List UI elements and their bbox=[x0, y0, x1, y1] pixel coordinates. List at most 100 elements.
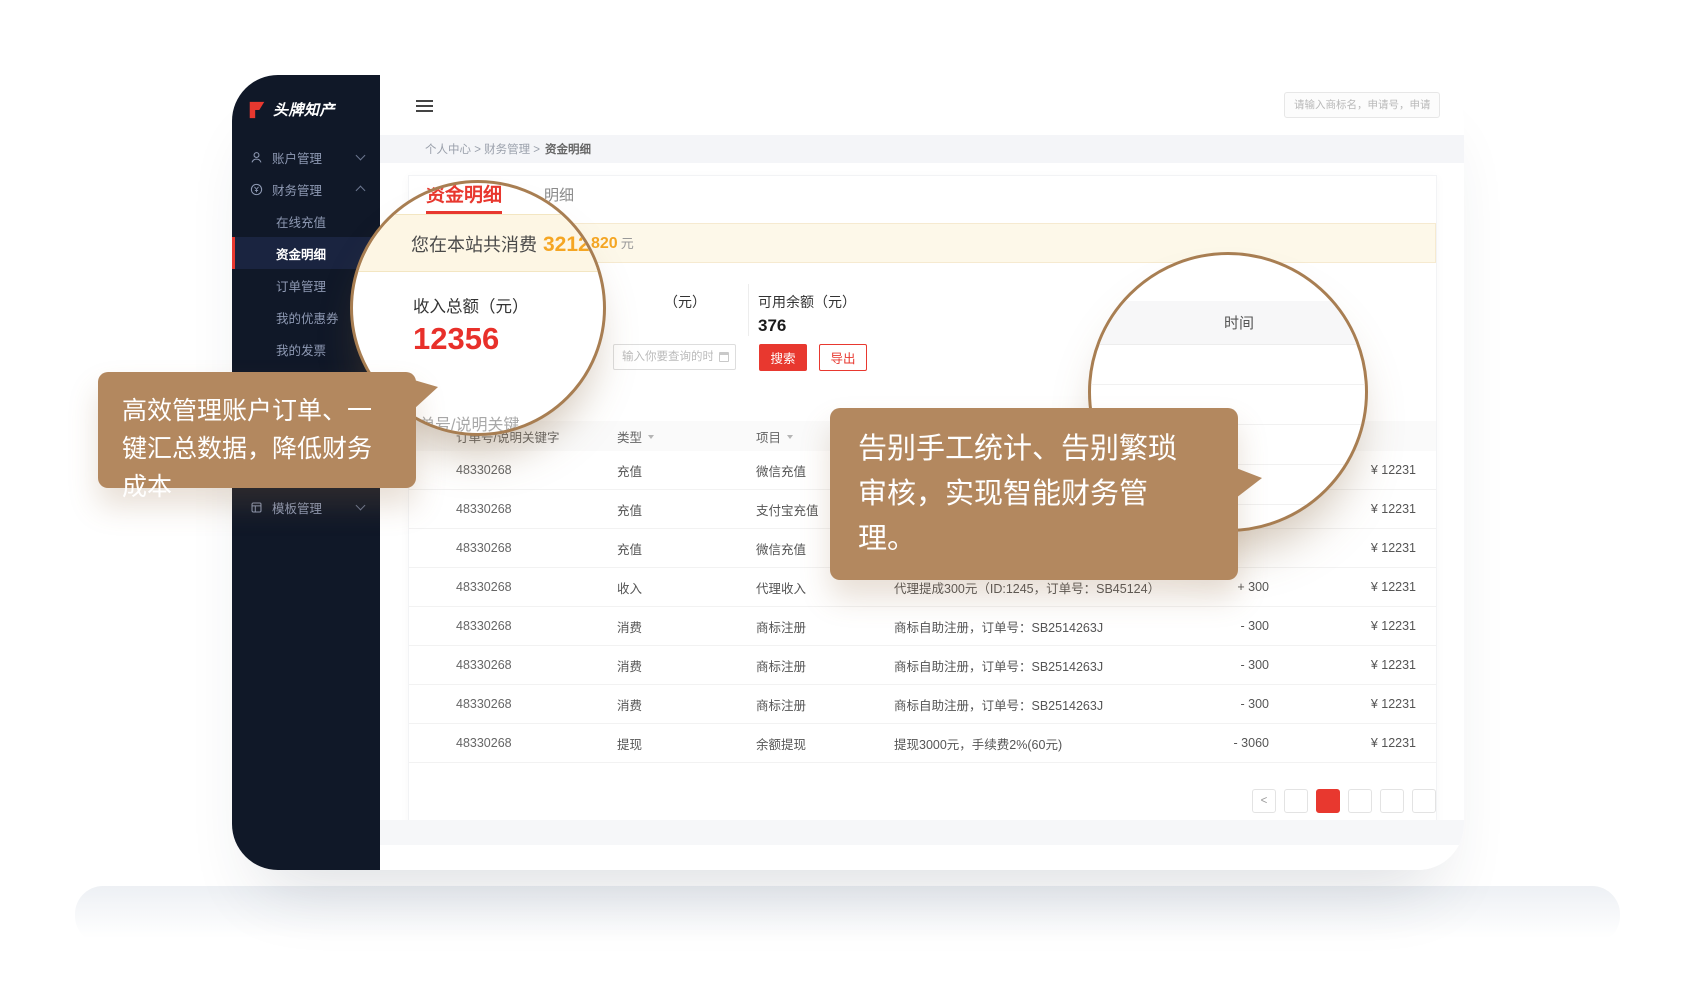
breadcrumb: 个人中心 > 财务管理 > 资金明细 bbox=[380, 135, 1464, 163]
cell-time: 2000-7-27 11:58:03 bbox=[1416, 697, 1436, 711]
brand-logo-text: 头牌知产 bbox=[273, 99, 335, 120]
cell-amount: - 3060 bbox=[1174, 736, 1269, 750]
cell-amount: - 300 bbox=[1174, 697, 1269, 711]
cell-order: 48330268 bbox=[456, 697, 617, 711]
tooltip-left: 高效管理账户订单、一键汇总数据，降低财务成本 bbox=[98, 372, 416, 488]
cell-time: 2000-7-27 11:58:03 bbox=[1416, 619, 1436, 633]
sidebar-item[interactable]: 财务管理 bbox=[232, 173, 380, 205]
cell-order: 48330268 bbox=[456, 580, 617, 594]
sidebar-item[interactable]: 账户管理 bbox=[232, 141, 380, 173]
cell-amount: + 300 bbox=[1174, 580, 1269, 594]
chevron-icon bbox=[356, 186, 366, 196]
sort-caret-icon bbox=[787, 435, 793, 442]
cell-type: 充值 bbox=[617, 500, 756, 519]
cell-time: 2000-7-27 11:58:03 bbox=[1416, 580, 1436, 594]
cell-time: 2000-7-27 11:58:03 bbox=[1416, 502, 1436, 516]
cell-desc: 商标自助注册，订单号：SB2514263J bbox=[894, 617, 1174, 636]
cell-order: 48330268 bbox=[456, 736, 617, 750]
cell-time: 2000-7-27 11:58:03 bbox=[1416, 541, 1436, 555]
cell-order: 48330268 bbox=[456, 463, 617, 477]
finance-icon bbox=[250, 183, 263, 196]
pagination: < bbox=[1252, 789, 1436, 813]
pagination-page-button[interactable] bbox=[1348, 789, 1372, 813]
cell-type: 消费 bbox=[617, 617, 756, 636]
cell-project: 商标注册 bbox=[756, 695, 894, 714]
sidebar-item-label: 我的优惠券 bbox=[276, 308, 339, 327]
sidebar-item-label: 订单管理 bbox=[276, 276, 326, 295]
cell-type: 提现 bbox=[617, 734, 756, 753]
cell-balance: ¥ 12231 bbox=[1269, 580, 1416, 594]
pagination-prev-button[interactable]: < bbox=[1252, 789, 1276, 813]
sidebar-item-label: 财务管理 bbox=[272, 180, 322, 199]
breadcrumb-path[interactable]: 个人中心 > 财务管理 > bbox=[425, 141, 540, 157]
magnified-income-label: 收入总额（元） bbox=[413, 293, 529, 317]
brand-logo-icon bbox=[247, 100, 267, 120]
cell-balance: ¥ 12231 bbox=[1269, 541, 1416, 555]
cell-desc: 代理提成300元（ID:1245，订单号：SB45124） bbox=[894, 578, 1174, 597]
magnified-income-value: 12356 bbox=[413, 321, 499, 357]
template-icon bbox=[250, 501, 263, 514]
sort-caret-icon bbox=[648, 435, 654, 442]
magnified-time-row bbox=[1091, 345, 1365, 385]
cell-type: 充值 bbox=[617, 461, 756, 480]
col-type-header[interactable]: 类型 bbox=[617, 427, 756, 446]
top-nav bbox=[440, 75, 792, 135]
pagination-page-button[interactable] bbox=[1412, 789, 1436, 813]
magnified-tab-label: 资金明细 bbox=[426, 180, 502, 214]
tooltip-right: 告别手工统计、告别繁琐审核，实现智能财务管理。 bbox=[830, 408, 1238, 580]
cell-balance: ¥ 12231 bbox=[1269, 658, 1416, 672]
cell-balance: ¥ 12231 bbox=[1269, 736, 1416, 750]
pagination-page-button[interactable] bbox=[1380, 789, 1404, 813]
sidebar-item-label: 账户管理 bbox=[272, 148, 322, 167]
sidebar-item-label: 资金明细 bbox=[276, 244, 326, 263]
brand-logo[interactable]: 头牌知产 bbox=[247, 99, 335, 120]
top-navbar bbox=[380, 75, 1464, 135]
cell-project: 商标注册 bbox=[756, 617, 894, 636]
breadcrumb-current: 资金明细 bbox=[545, 141, 591, 157]
magnified-banner-text: 您在本站共消费32124 bbox=[411, 231, 601, 257]
trademark-search-input[interactable] bbox=[1284, 92, 1440, 118]
cell-project: 余额提现 bbox=[756, 734, 894, 753]
cell-order: 48330268 bbox=[456, 541, 617, 555]
table-row: 48330268 提现 余额提现 提现3000元，手续费2%(60元) - 30… bbox=[409, 724, 1436, 763]
cell-project: 代理收入 bbox=[756, 578, 894, 597]
cell-time: 2000-7-27 11:58:03 bbox=[1416, 736, 1436, 750]
pagination-page-button[interactable] bbox=[1316, 789, 1340, 813]
chevron-icon bbox=[356, 151, 366, 161]
sidebar-item[interactable]: 模板管理 bbox=[232, 491, 380, 523]
cell-amount: - 300 bbox=[1174, 619, 1269, 633]
calendar-icon[interactable] bbox=[719, 352, 729, 362]
cell-balance: ¥ 12231 bbox=[1269, 619, 1416, 633]
stat-divider bbox=[748, 284, 749, 336]
table-row: 48330268 消费 商标注册 商标自助注册，订单号：SB2514263J -… bbox=[409, 646, 1436, 685]
date-query-input[interactable] bbox=[613, 344, 736, 370]
balance-value: 376 bbox=[758, 316, 786, 336]
hamburger-menu-icon[interactable] bbox=[416, 100, 433, 115]
cell-type: 消费 bbox=[617, 656, 756, 675]
chevron-icon bbox=[356, 501, 366, 511]
laptop-base bbox=[75, 886, 1620, 944]
cell-type: 收入 bbox=[617, 578, 756, 597]
sidebar-item-label: 我的发票 bbox=[276, 340, 326, 359]
pagination-page-button[interactable] bbox=[1284, 789, 1308, 813]
cell-balance: ¥ 12231 bbox=[1269, 697, 1416, 711]
cell-order: 48330268 bbox=[456, 502, 617, 516]
sidebar-item-label: 在线充值 bbox=[276, 212, 326, 231]
cell-time: 2000-7-27 11:58:03 bbox=[1416, 463, 1436, 477]
col-time-header: 时间 bbox=[1416, 427, 1436, 446]
magnified-table-header-fragment: 订单号/说明关键 bbox=[403, 411, 519, 435]
magnified-time-header: 时间 bbox=[1088, 301, 1368, 345]
cell-desc: 提现3000元，手续费2%(60元) bbox=[894, 734, 1174, 753]
cell-type: 消费 bbox=[617, 695, 756, 714]
search-button[interactable]: 搜索 bbox=[759, 344, 807, 371]
cell-desc: 商标自助注册，订单号：SB2514263J bbox=[894, 656, 1174, 675]
cell-project: 商标注册 bbox=[756, 656, 894, 675]
cell-order: 48330268 bbox=[456, 658, 617, 672]
balance-label: 可用余额（元） bbox=[758, 292, 856, 312]
cell-order: 48330268 bbox=[456, 619, 617, 633]
export-button[interactable]: 导出 bbox=[819, 344, 867, 371]
user-icon bbox=[250, 151, 263, 164]
sidebar-item-label: 模板管理 bbox=[272, 498, 322, 517]
cell-type: 充值 bbox=[617, 539, 756, 558]
table-row: 48330268 消费 商标注册 商标自助注册，订单号：SB2514263J -… bbox=[409, 607, 1436, 646]
